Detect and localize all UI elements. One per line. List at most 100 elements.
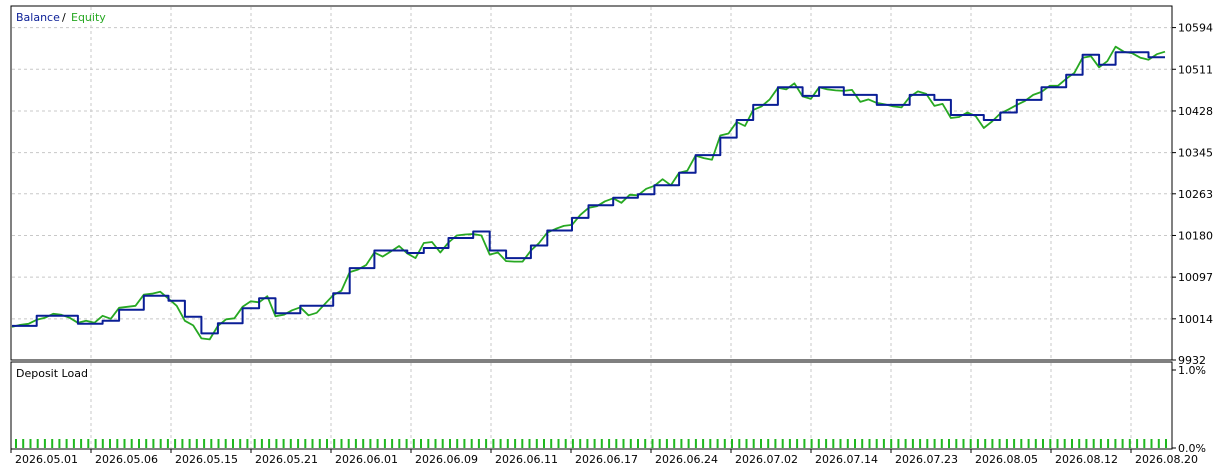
- deposit-load-bar: [311, 439, 314, 448]
- deposit-load-bar: [817, 439, 820, 448]
- deposit-load-bar: [391, 439, 394, 448]
- deposit-load-bar: [738, 439, 741, 448]
- y-tick-label: 10014: [1178, 313, 1213, 326]
- deposit-load-bar: [846, 439, 849, 448]
- deposit-load-bar: [723, 439, 726, 448]
- deposit-load-bar: [875, 439, 878, 448]
- deposit-load-bar: [492, 439, 495, 448]
- deposit-load-bar: [687, 439, 690, 448]
- deposit-load-bar: [15, 439, 17, 448]
- deposit-load-bar: [1128, 439, 1131, 448]
- deposit-load-bar: [217, 439, 220, 448]
- deposit-load-bar: [1085, 439, 1088, 448]
- deposit-load-bar: [1143, 439, 1146, 448]
- deposit-load-bar: [810, 439, 813, 448]
- x-axis: 2026.05.01 2026.05.06 2026.05.15 2026.05.21…: [10, 449, 1198, 466]
- deposit-load-bar: [297, 439, 300, 448]
- deposit-load-bar: [665, 439, 668, 448]
- deposit-load-bar: [506, 439, 509, 448]
- deposit-load-bar: [976, 439, 979, 448]
- legend-separator: /: [62, 11, 66, 24]
- deposit-load-bar: [224, 439, 227, 448]
- y-tick-label: 10345: [1178, 147, 1213, 160]
- x-tick-label: 2026.06.11: [495, 453, 558, 466]
- deposit-load-bar: [586, 439, 589, 448]
- x-tick-label: 2026.05.21: [255, 453, 318, 466]
- deposit-load-bar: [579, 439, 582, 448]
- deposit-load-bar: [564, 439, 567, 448]
- y-tick-label: 10594: [1178, 22, 1213, 35]
- deposit-load-bar: [72, 439, 75, 448]
- legend-balance-label: Balance: [16, 11, 60, 24]
- deposit-load-bar: [289, 439, 292, 448]
- deposit-load-bar: [116, 439, 119, 448]
- deposit-load-bar: [1157, 439, 1160, 448]
- deposit-load-bar: [376, 439, 379, 448]
- deposit-load-bar: [1078, 439, 1081, 448]
- deposit-load-bar: [1013, 439, 1016, 448]
- deposit-load-bar: [521, 439, 524, 448]
- deposit-load-bar: [1107, 439, 1110, 448]
- deposit-load-bar: [152, 439, 155, 448]
- deposit-load-bar: [232, 439, 234, 448]
- deposit-load-bar: [962, 439, 965, 448]
- deposit-load-bar: [210, 439, 213, 448]
- deposit-load-bar: [861, 439, 864, 448]
- deposit-load-bar: [955, 439, 958, 448]
- deposit-load-bar: [36, 439, 39, 448]
- deposit-load-bar: [203, 439, 206, 448]
- deposit-load-bar: [854, 439, 856, 448]
- main-legend: Balance / Equity: [16, 11, 106, 24]
- x-tick-label: 2026.05.06: [95, 453, 158, 466]
- deposit-load-bar: [658, 439, 661, 448]
- deposit-load-bar: [882, 439, 885, 448]
- deposit-load-bar: [80, 439, 83, 448]
- deposit-load-bar: [731, 439, 733, 448]
- deposit-load-bar: [600, 439, 603, 448]
- deposit-load-bar: [333, 439, 336, 448]
- deposit-load-bar: [420, 439, 422, 448]
- deposit-load-bar: [781, 439, 784, 448]
- deposit-load-bar: [998, 439, 1001, 448]
- deposit-load-bar: [716, 439, 719, 448]
- chart-svg: 10594 10511 10428 10345 10263 10180 10097 10014…: [10, 5, 1213, 466]
- deposit-load-bar: [412, 439, 415, 448]
- deposit-load-bar: [434, 439, 437, 448]
- y-tick-label: 10180: [1178, 229, 1213, 242]
- deposit-load-bar: [253, 439, 256, 448]
- deposit-load-bar: [282, 439, 285, 448]
- y-tick-label: 10097: [1178, 271, 1213, 284]
- deposit-load-bar: [340, 439, 343, 448]
- deposit-load-bar: [911, 439, 914, 448]
- deposit-load-bar: [948, 439, 950, 448]
- deposit-load-bar: [897, 439, 900, 448]
- deposit-load-bar: [991, 439, 994, 448]
- x-tick-label: 2026.06.24: [655, 453, 718, 466]
- deposit-load-bar: [159, 439, 162, 448]
- deposit-load-bar: [890, 439, 893, 448]
- deposit-load-bar: [1165, 439, 1167, 448]
- deposit-load-bar: [788, 439, 791, 448]
- deposit-load-bar: [485, 439, 488, 448]
- deposit-load-bar: [405, 439, 408, 448]
- deposit-load-bar: [702, 439, 705, 448]
- deposit-load-bar: [933, 439, 936, 448]
- deposit-load-bar: [29, 439, 32, 448]
- deposit-load-bar: [58, 439, 61, 448]
- deposit-load-bar: [615, 439, 618, 448]
- deposit-load-bar: [745, 439, 748, 448]
- deposit-load-bar: [87, 439, 90, 448]
- deposit-load-bar: [709, 439, 712, 448]
- deposit-load-bar: [984, 439, 987, 448]
- deposit-load-bar: [629, 439, 632, 448]
- deposit-load-bar: [109, 439, 111, 448]
- deposit-load-bar: [477, 439, 480, 448]
- deposit-load-bar: [470, 439, 473, 448]
- deposit-load-bar: [694, 439, 697, 448]
- deposit-load-bar: [275, 439, 278, 448]
- deposit-load-bar: [318, 439, 321, 448]
- legend-equity-label: Equity: [71, 11, 106, 24]
- deposit-load-bar: [246, 439, 249, 448]
- deposit-load-bar: [449, 439, 451, 448]
- deposit-load-bar: [543, 439, 545, 448]
